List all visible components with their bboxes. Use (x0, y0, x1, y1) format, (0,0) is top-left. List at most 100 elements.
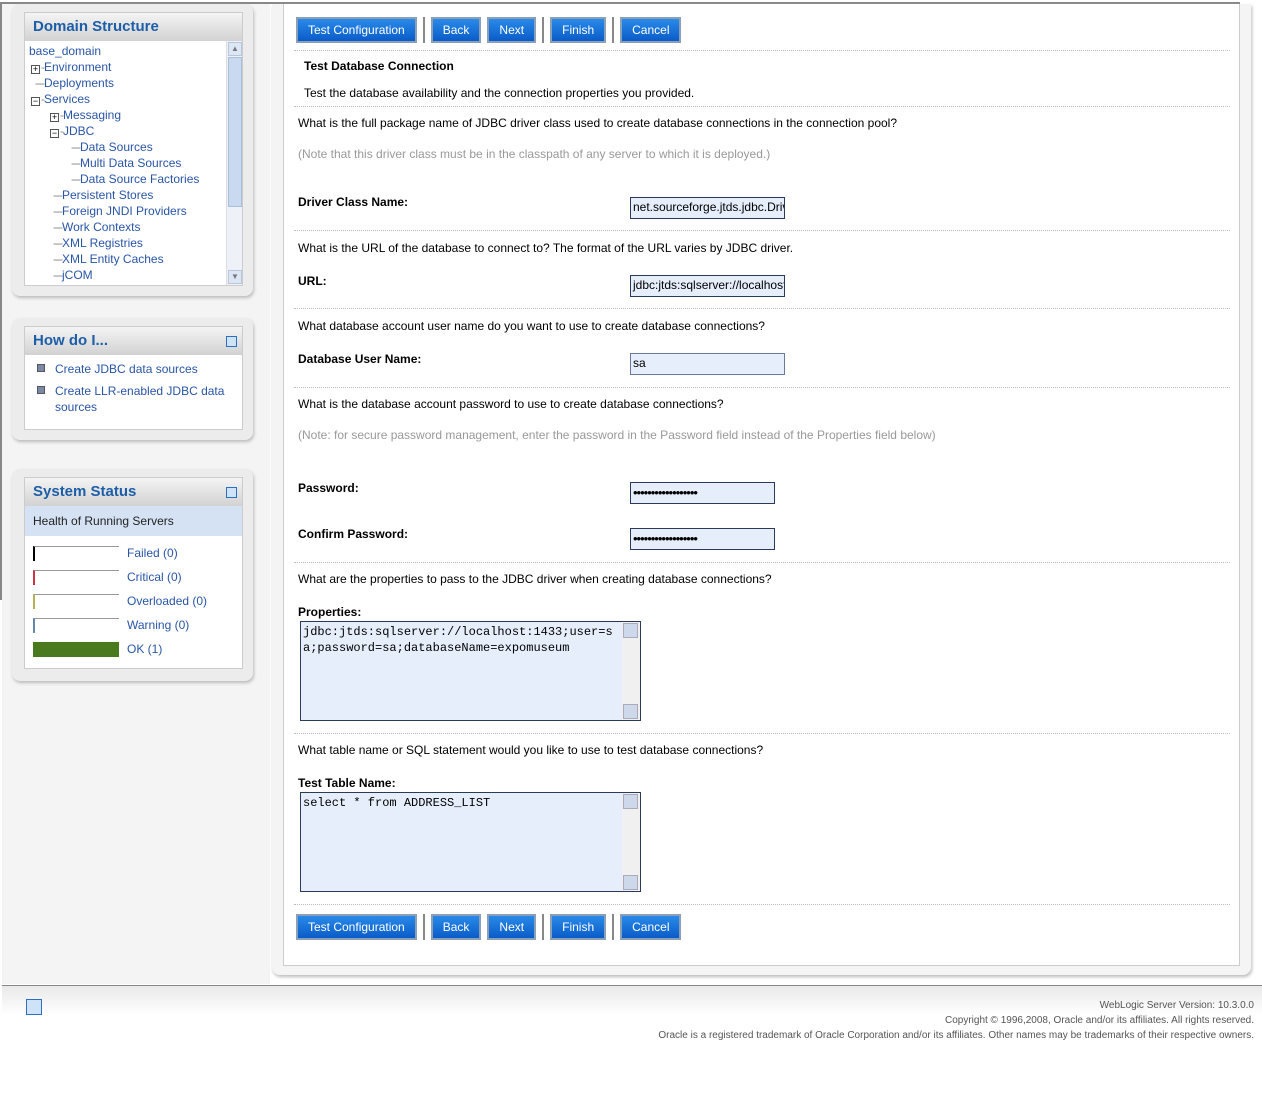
divider (294, 904, 1230, 905)
tree-item-jdbc[interactable]: − -JDBC (50, 123, 94, 139)
tree-item-data-source-factories[interactable]: ---Data Source Factories (71, 171, 199, 187)
password-label: Password: (298, 481, 359, 495)
tree-item-work-contexts[interactable]: ---Work Contexts (53, 219, 140, 235)
status-bar (33, 570, 119, 585)
separator (542, 914, 545, 940)
divider (294, 562, 1230, 563)
cancel-button[interactable]: Cancel (620, 914, 682, 940)
status-link[interactable]: Warning (0) (127, 618, 189, 632)
scroll-up-icon[interactable]: ▲ (228, 42, 242, 56)
url-label: URL: (298, 274, 327, 288)
password-note: (Note: for secure password management, e… (298, 428, 936, 442)
driver-class-label: Driver Class Name: (298, 195, 409, 209)
form-title: Test Database Connection (304, 59, 454, 73)
next-button[interactable]: Next (487, 17, 537, 43)
resize-handle-icon[interactable] (623, 875, 638, 890)
tree-item-multi-data-sources[interactable]: ---Multi Data Sources (71, 155, 181, 171)
how-do-i-panel: How do I... Create JDBC data sources Cre… (12, 318, 253, 440)
footer-border (2, 985, 1262, 986)
cancel-button[interactable]: Cancel (620, 17, 682, 43)
back-button[interactable]: Back (430, 17, 482, 43)
status-link[interactable]: Critical (0) (127, 570, 182, 584)
left-border (0, 2, 2, 600)
next-button[interactable]: Next (487, 914, 537, 940)
status-bar (33, 618, 119, 633)
tree-item-base-domain[interactable]: base_domain (29, 43, 101, 59)
top-button-bar: Test Configuration Back Next Finish Canc… (296, 17, 687, 43)
tree-item-foreign-jndi-providers[interactable]: ---Foreign JNDI Providers (53, 203, 187, 219)
status-row: Warning (0) (25, 612, 242, 636)
expand-icon[interactable]: + (50, 113, 59, 122)
divider (294, 308, 1230, 309)
back-button[interactable]: Back (430, 914, 482, 940)
user-name-input[interactable]: sa (630, 353, 785, 375)
link-create-llr-jdbc-data-sources[interactable]: Create LLR-enabled JDBC data sources (25, 383, 242, 415)
collapse-icon[interactable]: − (31, 97, 40, 106)
password-question: What is the database account password to… (298, 397, 724, 411)
scroll-down-icon[interactable]: ▼ (228, 270, 242, 284)
status-bar (33, 642, 119, 657)
minimize-icon[interactable] (226, 487, 237, 498)
properties-label: Properties: (298, 605, 362, 619)
properties-textarea[interactable]: jdbc:jtds:sqlserver://localhost:1433;use… (300, 621, 641, 721)
footer-icon[interactable] (26, 999, 42, 1015)
how-do-i-title: How do I... (33, 332, 108, 349)
status-row: OK (1) (25, 636, 242, 660)
tree-item-persistent-stores[interactable]: ---Persistent Stores (53, 187, 153, 203)
driver-question: What is the full package name of JDBC dr… (298, 116, 898, 130)
health-heading: Health of Running Servers (25, 506, 242, 536)
divider (294, 50, 1230, 51)
confirm-password-label: Confirm Password: (298, 527, 409, 541)
expand-icon[interactable]: + (31, 65, 40, 74)
status-link[interactable]: Overloaded (0) (127, 594, 207, 608)
textarea-scrollbar[interactable] (622, 793, 640, 891)
divider (294, 106, 1230, 107)
resize-handle-icon[interactable] (623, 704, 638, 719)
status-link[interactable]: OK (1) (127, 642, 162, 656)
collapse-icon[interactable]: − (50, 129, 59, 138)
properties-question: What are the properties to pass to the J… (298, 572, 772, 586)
password-input[interactable]: •••••••••••••••••• (630, 482, 775, 504)
test-table-label: Test Table Name: (298, 776, 396, 790)
domain-structure-panel: Domain Structure base_domain + -Environme… (12, 4, 253, 296)
driver-note: (Note that this driver class must be in … (298, 147, 771, 161)
test-configuration-button[interactable]: Test Configuration (296, 914, 417, 940)
finish-button[interactable]: Finish (550, 914, 607, 940)
tree-item-messaging[interactable]: + -Messaging (50, 107, 121, 123)
separator (612, 17, 615, 43)
tree-item-services[interactable]: − -Services (31, 91, 90, 107)
tree-item-xml-registries[interactable]: ---XML Registries (53, 235, 143, 251)
link-create-jdbc-data-sources[interactable]: Create JDBC data sources (25, 361, 242, 377)
url-input[interactable]: jdbc:jtds:sqlserver://localhost:1433 (630, 275, 785, 297)
user-name-label: Database User Name: (298, 352, 422, 366)
system-status-panel: System Status Health of Running Servers … (12, 469, 253, 681)
separator (612, 914, 615, 940)
tree-item-environment[interactable]: + -Environment (31, 59, 111, 75)
status-row: Critical (0) (25, 564, 242, 588)
tree-item-xml-entity-caches[interactable]: ---XML Entity Caches (53, 251, 164, 267)
status-row: Failed (0) (25, 540, 242, 564)
system-status-title: System Status (33, 483, 137, 500)
separator (422, 914, 425, 940)
driver-class-input[interactable]: net.sourceforge.jtds.jdbc.Driver (630, 197, 785, 219)
textarea-scrollbar[interactable] (622, 622, 640, 720)
scroll-thumb[interactable] (228, 57, 242, 207)
tree-scrollbar[interactable]: ▲ ▼ (226, 41, 242, 285)
version-text: WebLogic Server Version: 10.3.0.0 (1099, 1000, 1254, 1011)
test-table-textarea[interactable]: select * from ADDRESS_LIST (300, 792, 641, 892)
url-question: What is the URL of the database to conne… (298, 241, 794, 255)
test-configuration-button[interactable]: Test Configuration (296, 17, 417, 43)
status-row: Overloaded (0) (25, 588, 242, 612)
trademark-text: Oracle is a registered trademark of Orac… (658, 1030, 1254, 1041)
scroll-up-icon[interactable] (623, 794, 638, 809)
tree-item-jcom[interactable]: ---jCOM (53, 267, 93, 283)
minimize-icon[interactable] (226, 336, 237, 347)
divider (294, 733, 1230, 734)
user-question: What database account user name do you w… (298, 319, 765, 333)
finish-button[interactable]: Finish (550, 17, 607, 43)
scroll-up-icon[interactable] (623, 623, 638, 638)
confirm-password-input[interactable]: •••••••••••••••••• (630, 528, 775, 550)
status-link[interactable]: Failed (0) (127, 546, 178, 560)
tree-item-deployments[interactable]: ---Deployments (35, 75, 114, 91)
tree-item-data-sources[interactable]: ---Data Sources (71, 139, 153, 155)
